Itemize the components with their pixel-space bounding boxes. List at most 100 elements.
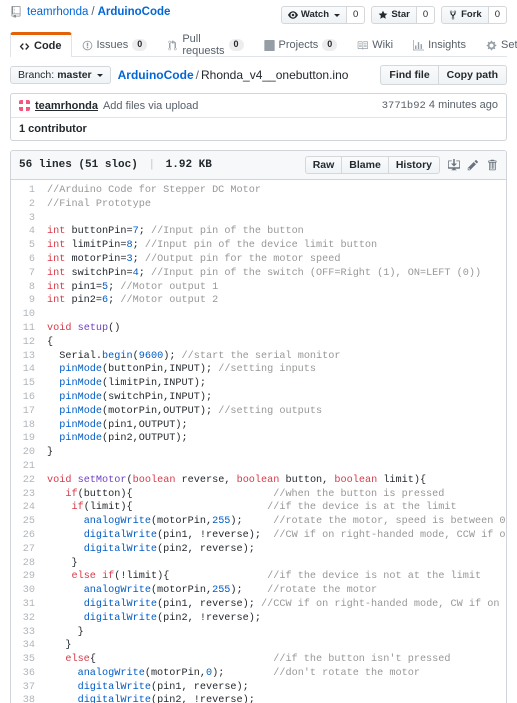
repo-name-link[interactable]: ArduinoCode (98, 6, 171, 18)
watch-button[interactable]: Watch (280, 6, 348, 24)
breadcrumb-file-name: Rhonda_v4__onebutton.ino (200, 68, 349, 82)
copy-path-button[interactable]: Copy path (438, 65, 507, 85)
line-number: 11 (22, 322, 35, 334)
breadcrumb-repo-link[interactable]: ArduinoCode (118, 68, 194, 82)
line-number: 9 (28, 295, 35, 307)
file-sloc: (51 sloc) (78, 159, 138, 171)
code-line: if(button){ //when the button is pressed (65, 488, 445, 500)
star-label: Star (391, 9, 410, 21)
code-line: Serial.begin(9600); //start the serial m… (47, 350, 341, 362)
tab-projects[interactable]: Projects 0 (254, 32, 348, 57)
watch-label: Watch (300, 9, 330, 21)
line-number: 27 (22, 543, 35, 555)
code-line: digitalWrite(pin2, !reverse); (77, 695, 255, 703)
branch-bar-right: Find file Copy path (380, 65, 507, 85)
code-line: pinMode(buttonPin,INPUT); //setting inpu… (59, 364, 317, 376)
fork-label: Fork (461, 9, 482, 21)
line-number: 1 (28, 185, 35, 196)
tab-projects-count: 0 (322, 39, 338, 51)
commit-message[interactable]: Add files via upload (103, 100, 198, 112)
line-number-gutter: 1 2 3 4 5 6 7 8 9 10 11 12 13 14 15 16 17 18 19 20 21 22 23 24 2… (11, 180, 41, 703)
project-icon (263, 39, 275, 51)
line-number: 12 (22, 336, 35, 348)
tab-insights-label: Insights (428, 39, 466, 51)
line-number: 30 (22, 585, 35, 597)
code-line: if(limit){ //if the device is at the lim… (71, 502, 457, 514)
line-number: 14 (22, 364, 35, 376)
code-line: int switchPin=4; //Input pin of the swit… (47, 267, 482, 279)
pencil-icon[interactable] (467, 159, 479, 171)
line-number: 38 (22, 695, 35, 703)
tab-insights[interactable]: Insights (403, 32, 476, 57)
tab-code[interactable]: Code (10, 32, 72, 57)
blame-button[interactable]: Blame (342, 156, 389, 174)
repo-title: teamrhonda / ArduinoCode (10, 6, 170, 18)
line-number: 6 (28, 253, 35, 265)
line-number: 18 (22, 419, 35, 431)
code-viewer: 1 2 3 4 5 6 7 8 9 10 11 12 13 14 15 16 17 18 19 20 21 22 23 24 2… (11, 180, 506, 703)
graph-icon (413, 39, 425, 51)
line-number: 23 (22, 488, 35, 500)
github-file-view-page: teamrhonda / ArduinoCode Watch 0 Star 0 … (0, 0, 517, 703)
code-line: pinMode(limitPin,INPUT); (59, 378, 206, 390)
line-number: 10 (22, 309, 35, 321)
line-number: 5 (28, 240, 35, 252)
tab-issues[interactable]: Issues 0 (72, 32, 158, 57)
tab-settings-label: Settings (500, 39, 517, 51)
line-number: 26 (22, 529, 35, 541)
tab-pull-requests[interactable]: Pull requests 0 (157, 32, 253, 57)
commit-sha[interactable]: 3771b92 (382, 100, 426, 112)
commit-author-link[interactable]: teamrhonda (35, 100, 98, 112)
line-number: 8 (28, 281, 35, 293)
line-number: 2 (28, 198, 35, 210)
find-file-button[interactable]: Find file (380, 65, 439, 85)
eye-icon (287, 10, 298, 20)
fork-count: 0 (488, 6, 507, 24)
history-button[interactable]: History (388, 156, 440, 174)
star-button-group: Star 0 (371, 6, 436, 24)
code-line: pinMode(switchPin,INPUT); (59, 391, 213, 403)
line-number: 7 (28, 267, 35, 279)
trash-icon[interactable] (486, 159, 498, 171)
fork-button[interactable]: Fork (441, 6, 489, 24)
desktop-download-icon[interactable] (448, 159, 460, 171)
tab-settings[interactable]: Settings (476, 32, 517, 57)
line-number: 17 (22, 405, 35, 417)
code-content[interactable]: //Arduino Code for Stepper DC Motor //Fin… (41, 180, 506, 703)
code-line: } (47, 640, 72, 652)
code-line: } (47, 557, 78, 569)
tab-issues-count: 0 (132, 39, 148, 51)
repo-icon (10, 6, 22, 18)
file-header: 56 lines (51 sloc) | 1.92 KB Raw Blame H… (11, 151, 506, 180)
raw-button[interactable]: Raw (304, 156, 343, 174)
code-line: void setMotor(boolean reverse, boolean b… (47, 474, 427, 486)
file-action-buttons: Raw Blame History (304, 156, 440, 174)
commit-time: 4 minutes ago (428, 99, 498, 111)
file-stats-divider: | (148, 159, 156, 171)
line-number: 36 (22, 667, 35, 679)
fork-button-group: Fork 0 (441, 6, 507, 24)
star-button[interactable]: Star (371, 6, 417, 24)
code-line: //Arduino Code for Stepper DC Motor (47, 185, 261, 196)
contributors-row[interactable]: 1 contributor (11, 118, 506, 140)
watch-count: 0 (347, 6, 366, 24)
branch-prefix-label: Branch: (18, 69, 55, 81)
book-icon (357, 40, 369, 51)
commit-author-area: teamrhonda Add files via upload (19, 100, 198, 112)
code-line: int buttonPin=7; //Input pin of the butt… (47, 226, 304, 238)
line-number: 20 (22, 447, 35, 459)
code-line: analogWrite(motorPin,255); //rotate the … (83, 585, 378, 597)
tab-wiki[interactable]: Wiki (347, 32, 403, 57)
chevron-down-icon (96, 73, 103, 77)
branch-name-label: master (57, 69, 92, 81)
line-number: 28 (22, 557, 35, 569)
file-stats: 56 lines (51 sloc) | 1.92 KB (19, 159, 212, 171)
code-line: pinMode(pin1,OUTPUT); (59, 419, 188, 431)
repo-owner-link[interactable]: teamrhonda (27, 6, 88, 18)
breadcrumb: ArduinoCode / Rhonda_v4__onebutton.ino (118, 68, 349, 82)
code-line: analogWrite(motorPin,255); //rotate the … (83, 516, 506, 528)
tab-wiki-label: Wiki (372, 39, 394, 51)
branch-select-button[interactable]: Branch: master (10, 66, 111, 84)
issue-opened-icon (82, 40, 93, 51)
